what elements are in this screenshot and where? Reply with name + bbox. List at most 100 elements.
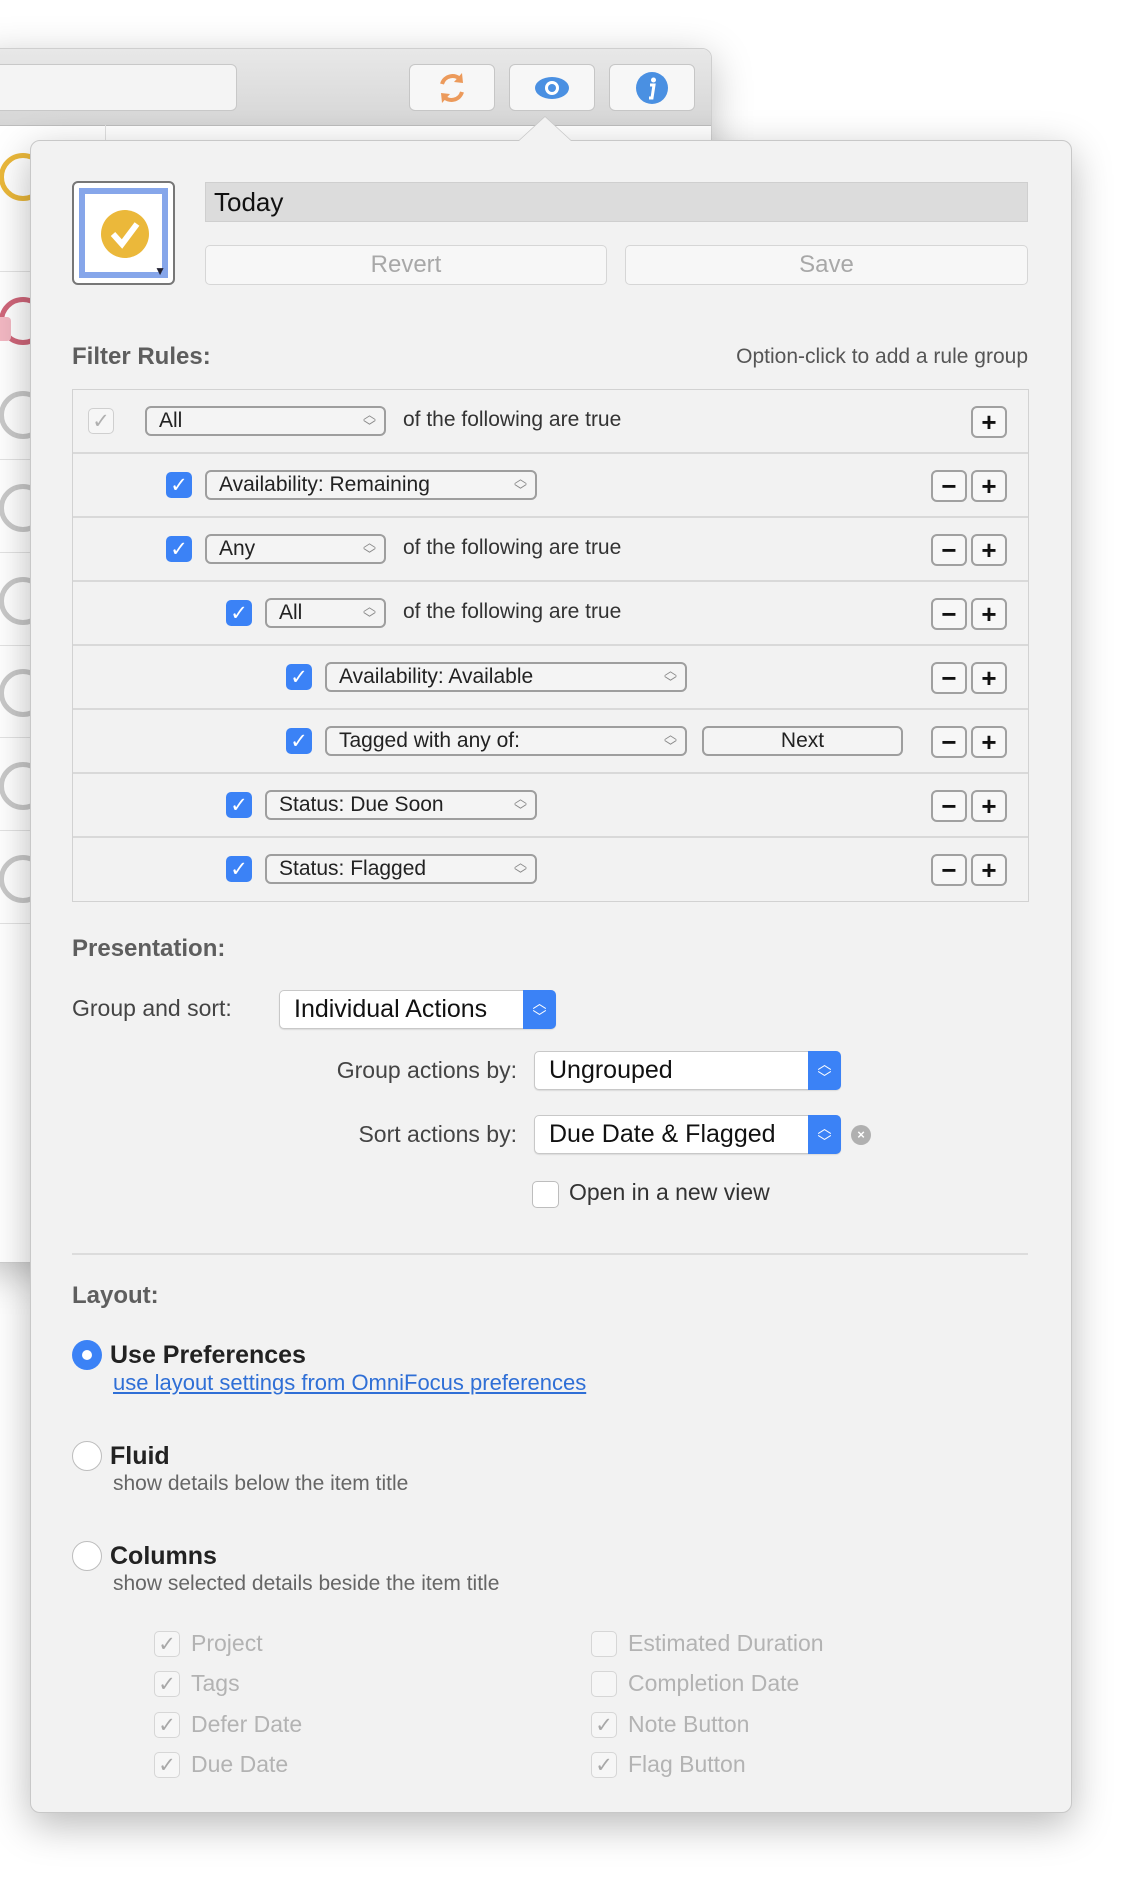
popup-value: Individual Actions	[294, 995, 488, 1023]
column-label: Defer Date	[191, 1711, 303, 1737]
save-button[interactable]: Save	[625, 245, 1028, 285]
add-rule-button[interactable]: +	[971, 854, 1007, 886]
layout-radio-fluid[interactable]	[72, 1441, 102, 1471]
updown-arrows-icon: ︿ ﹀	[513, 855, 527, 882]
remove-rule-button[interactable]: −	[931, 662, 967, 694]
add-rule-button[interactable]: +	[971, 726, 1007, 758]
updown-arrows-icon: ︿ ﹀	[663, 663, 677, 690]
rule-suffix: of the following are true	[403, 408, 622, 431]
add-rule-button[interactable]: +	[971, 534, 1007, 566]
updown-arrows-icon: ︿ ﹀	[362, 599, 376, 626]
remove-rule-button[interactable]: −	[931, 598, 967, 630]
open-new-view-checkbox[interactable]	[532, 1181, 559, 1208]
layout-preferences-link[interactable]: use layout settings from OmniFocus prefe…	[113, 1370, 586, 1396]
rule-checkbox[interactable]: ✓	[286, 664, 312, 690]
layout-option-label: Columns	[110, 1542, 217, 1570]
filter-rule-row: ✓ Availability: Available ︿ ﹀ − +	[73, 646, 1028, 710]
column-checkbox[interactable]: ✓	[154, 1752, 180, 1778]
perspective-icon-well[interactable]: ▼	[72, 181, 175, 285]
updown-arrows-icon: ︿ ﹀	[513, 471, 527, 498]
column-checkbox[interactable]: ✓	[591, 1752, 617, 1778]
filter-rule-row: ✓ Any ︿ ﹀ of the following are true − +	[73, 518, 1028, 582]
add-rule-button[interactable]: +	[971, 662, 1007, 694]
layout-option-desc: show selected details beside the item ti…	[113, 1572, 500, 1595]
group-and-sort-popup[interactable]: Individual Actions ︿ ﹀	[279, 990, 556, 1029]
sync-icon	[440, 72, 464, 103]
filter-rules-hint: Option-click to add a rule group	[736, 345, 1028, 368]
toolbar-search-field[interactable]	[0, 64, 237, 111]
filter-rule-row: ✓ Tagged with any of: ︿ ﹀ Next − +	[73, 710, 1028, 774]
rule-checkbox[interactable]: ✓	[166, 536, 192, 562]
revert-button[interactable]: Revert	[205, 245, 607, 285]
updown-arrows-icon: ︿ ﹀	[362, 407, 376, 434]
rule-popup-value: Status: Flagged	[279, 857, 427, 880]
open-new-view-label: Open in a new view	[569, 1179, 770, 1205]
column-checkbox[interactable]	[591, 1631, 617, 1657]
layout-radio-use-preferences[interactable]	[72, 1340, 102, 1370]
add-rule-button[interactable]: +	[971, 406, 1007, 438]
column-label: Project	[191, 1630, 263, 1656]
rule-popup[interactable]: All ︿ ﹀	[145, 406, 386, 436]
remove-rule-button[interactable]: −	[931, 854, 967, 886]
add-rule-button[interactable]: +	[971, 470, 1007, 502]
stepper-icon: ︿ ﹀	[808, 1115, 841, 1154]
rule-popup-value: Any	[219, 537, 256, 560]
rule-popup[interactable]: Status: Due Soon ︿ ﹀	[265, 790, 537, 820]
group-by-popup[interactable]: Ungrouped ︿ ﹀	[534, 1051, 841, 1090]
tag-token: Next	[780, 729, 825, 752]
rule-popup[interactable]: Availability: Available ︿ ﹀	[325, 662, 687, 692]
updown-arrows-icon: ︿ ﹀	[663, 727, 677, 754]
rule-checkbox[interactable]: ✓	[226, 600, 252, 626]
rule-popup-value: Availability: Available	[339, 665, 534, 688]
rule-popup[interactable]: Status: Flagged ︿ ﹀	[265, 854, 537, 884]
rule-checkbox[interactable]: ✓	[166, 472, 192, 498]
check-circle-icon	[101, 210, 149, 258]
rule-popup-value: Tagged with any of:	[339, 729, 520, 752]
tag-token-field[interactable]: Next	[702, 726, 903, 756]
popover-arrow	[519, 117, 571, 141]
filter-rule-row: ✓ All ︿ ﹀ of the following are true +	[73, 390, 1028, 454]
perspective-name-field[interactable]: Today	[205, 182, 1028, 222]
perspective-button[interactable]	[509, 64, 595, 111]
column-checkbox[interactable]: ✓	[591, 1712, 617, 1738]
remove-rule-button[interactable]: −	[931, 534, 967, 566]
group-by-label: Group actions by:	[336, 1057, 517, 1083]
dropdown-triangle-icon: ▼	[154, 264, 166, 278]
rule-checkbox[interactable]: ✓	[226, 856, 252, 882]
layout-option-label: Fluid	[110, 1442, 170, 1470]
badge	[0, 317, 11, 341]
column-label: Note Button	[628, 1711, 750, 1737]
add-rule-button[interactable]: +	[971, 790, 1007, 822]
sort-by-popup[interactable]: Due Date & Flagged ︿ ﹀	[534, 1115, 841, 1154]
column-label: Tags	[191, 1670, 240, 1696]
updown-arrows-icon: ︿ ﹀	[362, 535, 376, 562]
rule-popup[interactable]: Any ︿ ﹀	[205, 534, 386, 564]
remove-rule-button[interactable]: −	[931, 726, 967, 758]
rule-checkbox[interactable]: ✓	[226, 792, 252, 818]
rule-checkbox[interactable]: ✓	[88, 408, 114, 434]
add-rule-button[interactable]: +	[971, 598, 1007, 630]
rule-popup[interactable]: All ︿ ﹀	[265, 598, 386, 628]
column-checkbox[interactable]: ✓	[154, 1712, 180, 1738]
rule-suffix: of the following are true	[403, 600, 622, 623]
rule-checkbox[interactable]: ✓	[286, 728, 312, 754]
rule-popup[interactable]: Availability: Remaining ︿ ﹀	[205, 470, 537, 500]
column-checkbox[interactable]	[591, 1671, 617, 1697]
rule-popup-value: All	[159, 409, 183, 432]
rule-popup[interactable]: Tagged with any of: ︿ ﹀	[325, 726, 687, 756]
inspector-button[interactable]	[609, 64, 695, 111]
column-label: Estimated Duration	[628, 1630, 824, 1656]
filter-rule-row: ✓ Status: Flagged ︿ ﹀ − +	[73, 838, 1028, 902]
stepper-icon: ︿ ﹀	[523, 990, 556, 1029]
column-checkbox[interactable]: ✓	[154, 1671, 180, 1697]
sync-button[interactable]	[409, 64, 495, 111]
popup-value: Ungrouped	[549, 1056, 673, 1084]
column-checkbox[interactable]: ✓	[154, 1631, 180, 1657]
clear-sort-icon[interactable]: ×	[851, 1125, 871, 1145]
filter-rules-table: ✓ All ︿ ﹀ of the following are true + ✓ Availab…	[72, 389, 1029, 902]
presentation-heading: Presentation:	[72, 935, 226, 962]
remove-rule-button[interactable]: −	[931, 470, 967, 502]
layout-radio-columns[interactable]	[72, 1541, 102, 1571]
remove-rule-button[interactable]: −	[931, 790, 967, 822]
section-divider	[72, 1253, 1028, 1255]
